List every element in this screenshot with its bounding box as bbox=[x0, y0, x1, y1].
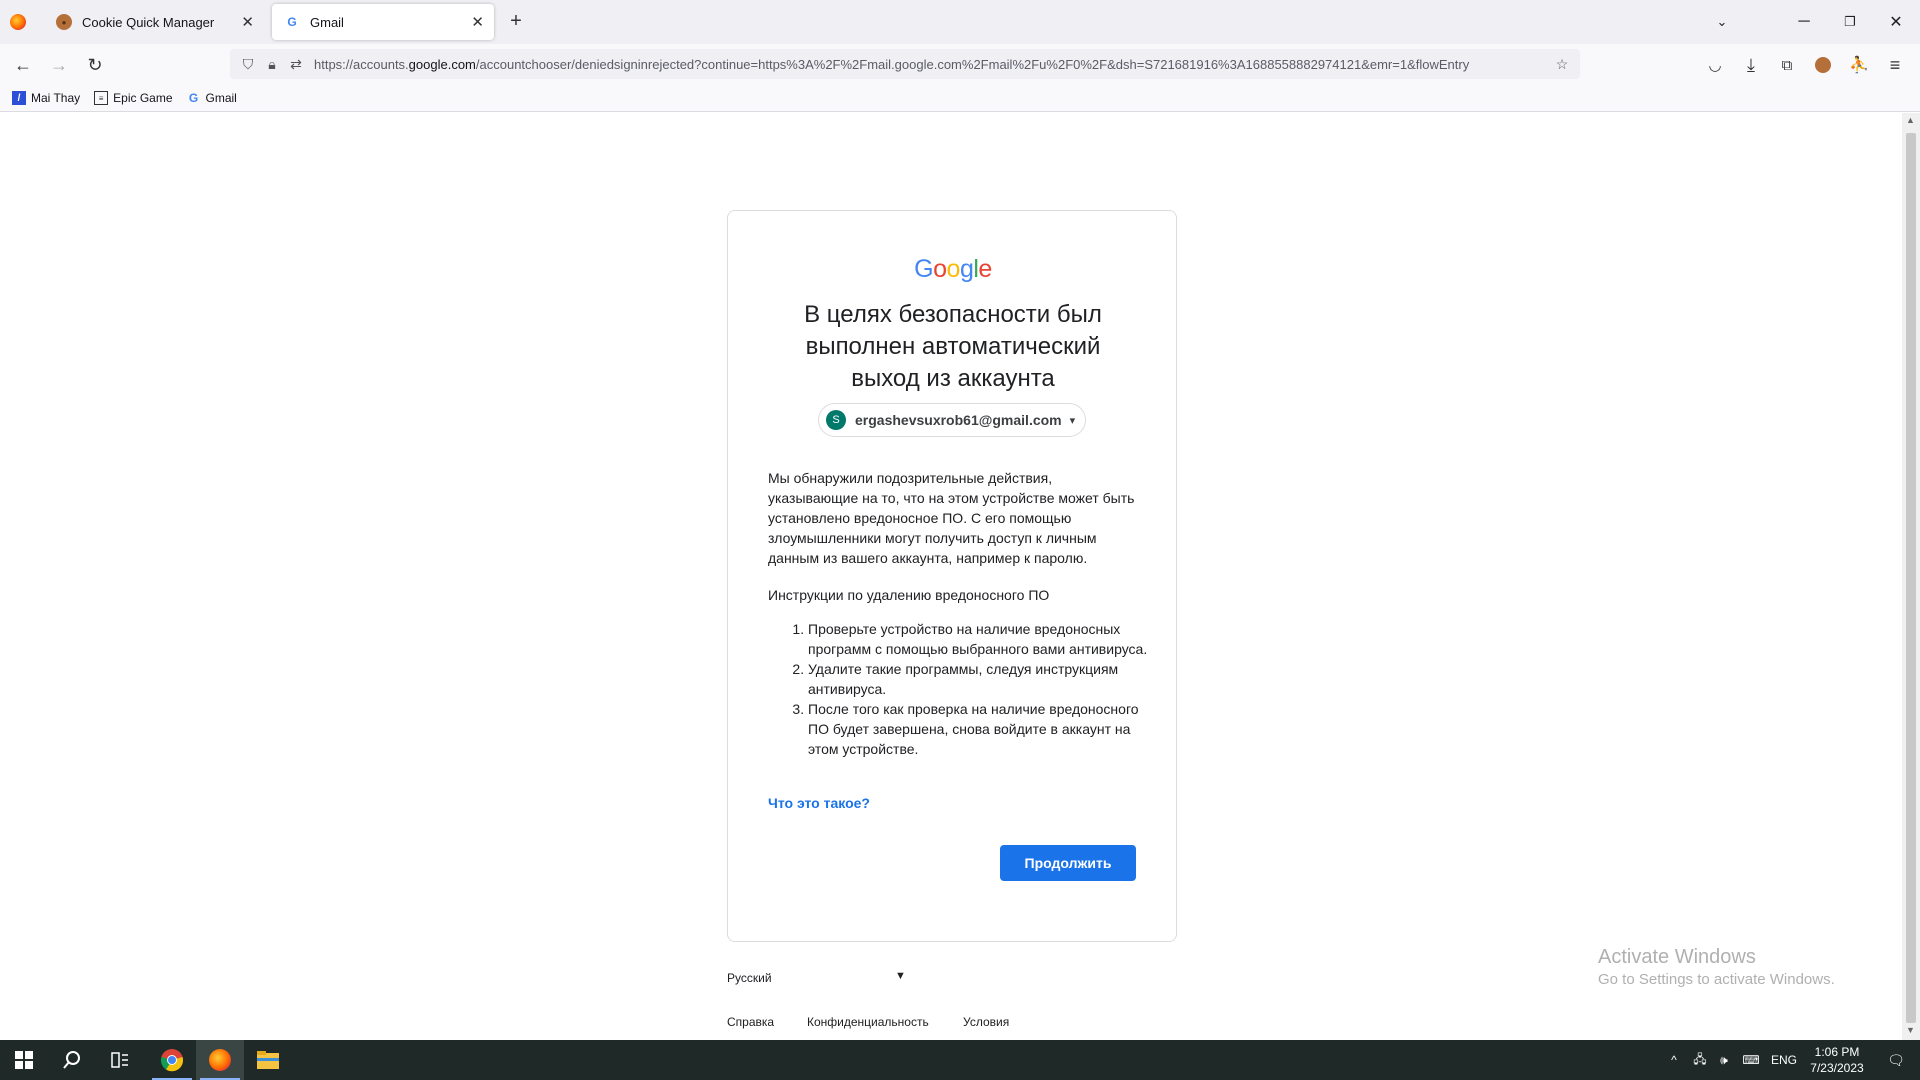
close-tab-icon[interactable]: ✕ bbox=[241, 13, 254, 31]
close-tab-icon[interactable]: ✕ bbox=[471, 13, 484, 31]
lock-icon[interactable]: 🔒︎ bbox=[260, 52, 284, 76]
keyboard-icon[interactable]: ⌨︎ bbox=[1736, 1040, 1766, 1080]
windows-start-icon[interactable] bbox=[0, 1040, 48, 1080]
url-text[interactable]: https://accounts.google.com/accountchoos… bbox=[314, 57, 1544, 72]
list-item: Удалите такие программы, следуя инструкц… bbox=[808, 659, 1148, 699]
reload-button[interactable]: ↻ bbox=[80, 50, 110, 80]
slash-bookmark-icon: / bbox=[12, 91, 26, 105]
file-explorer-icon[interactable] bbox=[244, 1040, 292, 1080]
tab-label: Cookie Quick Manager bbox=[82, 14, 215, 30]
tab-gmail[interactable]: G Gmail ✕ bbox=[272, 4, 494, 40]
navigation-bar: ← → ↻ ⛉ 🔒︎ ⇄ https://accounts.google.com… bbox=[0, 44, 1920, 85]
terms-link[interactable]: Условия bbox=[963, 1015, 1009, 1029]
activate-windows-watermark: Activate Windows Go to Settings to activ… bbox=[1598, 946, 1835, 988]
chevron-down-icon: ▾ bbox=[1069, 414, 1076, 427]
instructions-title: Инструкции по удалению вредоносного ПО bbox=[768, 587, 1050, 603]
clock[interactable]: 1:06 PM 7/23/2023 bbox=[1802, 1040, 1872, 1080]
page-title: В целях безопасности был выполнен автома… bbox=[804, 301, 1102, 392]
cookie-icon: ● bbox=[56, 14, 72, 30]
url-bar[interactable]: ⛉ 🔒︎ ⇄ https://accounts.google.com/accou… bbox=[230, 49, 1580, 79]
google-logo: Google bbox=[914, 255, 992, 283]
close-window-button[interactable]: ✕ bbox=[1874, 0, 1918, 44]
network-icon[interactable]: 🖧︎ bbox=[1688, 1040, 1712, 1080]
watermark-subtitle: Go to Settings to activate Windows. bbox=[1598, 971, 1835, 988]
bookmark-epic-game[interactable]: ≡ Epic Game bbox=[94, 91, 173, 105]
continue-button[interactable]: Продолжить bbox=[1000, 845, 1136, 881]
watermark-title: Activate Windows bbox=[1598, 946, 1756, 968]
permissions-icon[interactable]: ⇄ bbox=[284, 52, 308, 76]
firefox-taskbar-icon[interactable] bbox=[196, 1040, 244, 1080]
tab-label: Gmail bbox=[310, 14, 344, 30]
forward-button[interactable]: → bbox=[44, 50, 74, 80]
list-all-tabs-icon[interactable]: ⌄ bbox=[1700, 0, 1744, 44]
volume-icon[interactable]: 🕪︎ bbox=[1712, 1040, 1736, 1080]
language-label: Русский bbox=[727, 971, 772, 985]
search-icon[interactable] bbox=[48, 1040, 96, 1080]
privacy-link[interactable]: Конфиденциальность bbox=[807, 1015, 929, 1029]
downloads-icon[interactable]: ⤓ bbox=[1736, 50, 1766, 80]
scroll-up-icon[interactable]: ▲ bbox=[1906, 115, 1915, 125]
avatar: S bbox=[826, 410, 846, 430]
account-chooser-chip[interactable]: S ergashevsuxrob61@gmail.com ▾ bbox=[818, 403, 1086, 437]
bookmark-star-icon[interactable]: ☆ bbox=[1550, 52, 1574, 76]
scrollbar-thumb[interactable] bbox=[1906, 133, 1916, 1023]
account-extension-icon[interactable]: ⛹ bbox=[1844, 50, 1874, 80]
clock-time: 1:06 PM bbox=[1814, 1045, 1860, 1059]
instructions-list: Проверьте устройство на наличие вредонос… bbox=[808, 619, 1148, 759]
input-language[interactable]: ENG bbox=[1768, 1040, 1800, 1080]
page-content: Google В целях безопасности был выполнен… bbox=[0, 113, 1902, 1040]
google-g-icon: G bbox=[188, 91, 199, 105]
tray-overflow-icon[interactable]: ^ bbox=[1662, 1040, 1686, 1080]
list-item: Проверьте устройство на наличие вредонос… bbox=[808, 619, 1148, 659]
taskbar: ^ 🖧︎ 🕪︎ ⌨︎ ENG 1:06 PM 7/23/2023 🗨︎ bbox=[0, 1040, 1920, 1080]
scroll-down-icon[interactable]: ▼ bbox=[1906, 1025, 1915, 1035]
tab-strip: ● Cookie Quick Manager ✕ G Gmail ✕ + ⌄ ─… bbox=[0, 0, 1920, 44]
back-button[interactable]: ← bbox=[8, 50, 38, 80]
minimize-button[interactable]: ─ bbox=[1782, 0, 1826, 44]
google-g-icon: G bbox=[287, 15, 297, 29]
clock-date: 7/23/2023 bbox=[1810, 1061, 1864, 1075]
help-link[interactable]: Справка bbox=[727, 1015, 774, 1029]
warning-text: Мы обнаружили подозрительные действия, у… bbox=[768, 470, 1135, 566]
new-tab-button[interactable]: + bbox=[504, 10, 528, 34]
signin-card: Google В целях безопасности был выполнен… bbox=[727, 210, 1177, 942]
pocket-icon[interactable]: ◡ bbox=[1700, 50, 1730, 80]
notifications-icon[interactable]: 🗨︎ bbox=[1876, 1040, 1916, 1080]
shield-icon[interactable]: ⛉ bbox=[236, 52, 260, 76]
task-view-icon[interactable] bbox=[96, 1040, 144, 1080]
app-menu-icon[interactable]: ≡ bbox=[1880, 50, 1910, 80]
bookmarks-toolbar: / Mai Thay ≡ Epic Game G Gmail bbox=[0, 85, 1920, 112]
account-email: ergashevsuxrob61@gmail.com bbox=[855, 412, 1062, 428]
cookie-extension-icon[interactable] bbox=[1808, 50, 1838, 80]
what-is-this-link[interactable]: Что это такое? bbox=[768, 795, 870, 811]
restore-button[interactable]: ❐ bbox=[1828, 0, 1872, 44]
list-item: После того как проверка на наличие вредо… bbox=[808, 699, 1148, 759]
tab-cookie-quick-manager[interactable]: ● Cookie Quick Manager ✕ bbox=[44, 4, 264, 40]
bookmark-gmail[interactable]: G Gmail bbox=[187, 91, 237, 105]
language-select[interactable]: Русский ▼ bbox=[727, 966, 907, 990]
bookmark-mai-thay[interactable]: / Mai Thay bbox=[12, 91, 80, 105]
firefox-menu-icon[interactable] bbox=[10, 14, 26, 30]
chrome-icon[interactable] bbox=[148, 1040, 196, 1080]
vertical-scrollbar[interactable]: ▲ ▼ bbox=[1902, 113, 1920, 1040]
doc-bookmark-icon: ≡ bbox=[94, 91, 109, 105]
caret-down-icon: ▼ bbox=[895, 970, 906, 982]
extensions-icon[interactable]: ⧉ bbox=[1772, 50, 1802, 80]
